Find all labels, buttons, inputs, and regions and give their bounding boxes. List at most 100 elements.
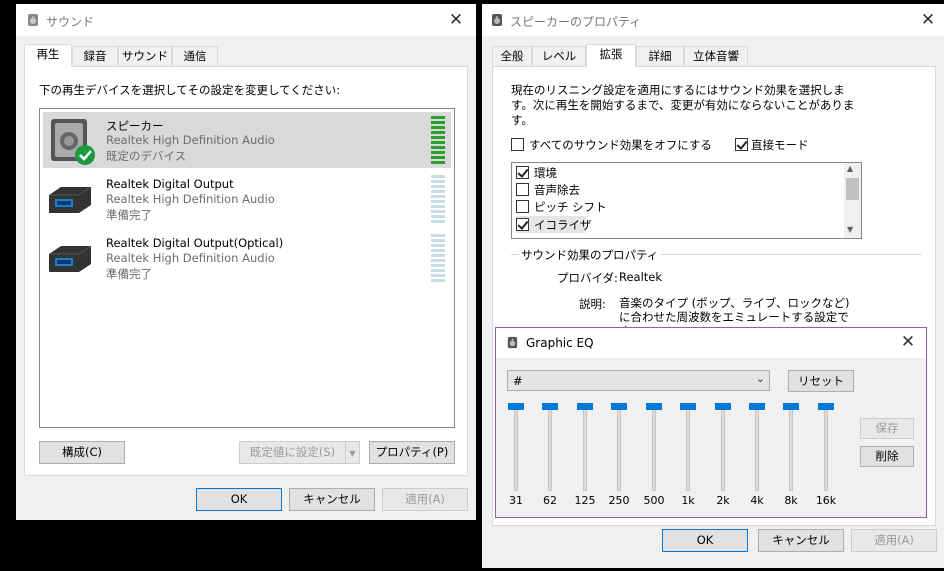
eq-slider-16k[interactable] [818, 403, 834, 499]
effect-item[interactable]: イコライザ [516, 216, 592, 233]
sound-dialog: サウンド ✕ 再生 録音 サウンド 通信 下の再生デバイスを選択してその設定を変… [16, 4, 476, 520]
effects-list[interactable]: 環境 音声除去 ピッチ シフト イコライザ ▲ ▼ [511, 162, 862, 239]
slider-thumb[interactable] [577, 403, 593, 410]
tab-recording[interactable]: 録音 [72, 46, 118, 65]
eq-slider-62[interactable] [542, 403, 558, 499]
tab-sounds[interactable]: サウンド [118, 46, 172, 65]
level-segment [431, 220, 445, 223]
digital-output-optical-device-icon [49, 245, 92, 272]
disable-all-effects-label[interactable]: すべてのサウンド効果をオフにする [529, 137, 712, 153]
eq-slider-4k[interactable] [749, 403, 765, 499]
device-item-digital-output[interactable]: Realtek Digital Output Realtek High Defi… [43, 171, 451, 227]
tab-communications[interactable]: 通信 [172, 46, 218, 65]
level-segment [431, 239, 445, 242]
level-segment [431, 205, 445, 208]
tab-advanced[interactable]: 詳細 [636, 46, 684, 65]
apply-button[interactable]: 適用(A) [851, 529, 937, 552]
provider-label: プロバイダ: [557, 271, 618, 285]
level-segment [431, 249, 445, 252]
effect-label: イコライザ [534, 218, 592, 232]
eq-delete-button[interactable]: 削除 [860, 446, 914, 467]
eq-slider-125[interactable] [577, 403, 593, 499]
eq-slider-31[interactable] [508, 403, 524, 499]
level-segment [431, 151, 445, 154]
speaker-properties-titlebar[interactable]: スピーカーのプロパティ ✕ [482, 4, 944, 36]
sound-dialog-titlebar[interactable]: サウンド ✕ [16, 4, 476, 36]
immediate-mode-checkbox[interactable] [735, 138, 748, 151]
device-item-digital-output-optical[interactable]: Realtek Digital Output(Optical) Realtek … [43, 230, 451, 286]
eq-slider-500[interactable] [646, 403, 662, 499]
device-status: 既定のデバイス [106, 149, 187, 163]
cancel-button[interactable]: キャンセル [289, 488, 375, 511]
level-segment [431, 146, 445, 149]
immediate-mode-label[interactable]: 直接モード [751, 137, 809, 153]
tab-enhancements[interactable]: 拡張 [586, 44, 636, 67]
slider-thumb[interactable] [818, 403, 834, 410]
level-segment [431, 116, 445, 119]
level-segment [431, 156, 445, 159]
level-segment [431, 210, 445, 213]
set-default-dropdown-button[interactable]: ▼ [345, 441, 360, 464]
scroll-up-icon[interactable]: ▲ [847, 164, 853, 173]
sound-dialog-close-icon[interactable]: ✕ [442, 8, 470, 32]
level-segment [431, 161, 445, 164]
tab-spatial-sound[interactable]: 立体音響 [684, 46, 748, 65]
cancel-button[interactable]: キャンセル [758, 529, 844, 552]
eq-slider-1k[interactable] [680, 403, 696, 499]
effect-checkbox[interactable] [516, 183, 529, 196]
ok-button[interactable]: OK [196, 488, 282, 511]
level-meter [431, 116, 445, 166]
eq-slider-8k[interactable] [783, 403, 799, 499]
effect-checkbox[interactable] [516, 218, 529, 231]
device-list[interactable]: スピーカー Realtek High Definition Audio 既定のデ… [39, 108, 455, 428]
eq-band-label: 125 [574, 494, 596, 507]
device-item-speaker[interactable]: スピーカー Realtek High Definition Audio 既定のデ… [43, 112, 451, 168]
speaker-device-icon [51, 119, 95, 165]
slider-thumb[interactable] [783, 403, 799, 410]
scroll-down-icon[interactable]: ▼ [847, 225, 853, 234]
sound-tabs: 再生 録音 サウンド 通信 [24, 44, 464, 67]
level-segment [431, 175, 445, 178]
level-segment [431, 274, 445, 277]
effect-checkbox[interactable] [516, 200, 529, 213]
effects-scrollbar[interactable]: ▲ ▼ [844, 163, 861, 238]
eq-slider-250[interactable] [611, 403, 627, 499]
effect-label: ピッチ シフト [534, 200, 607, 214]
slider-thumb[interactable] [611, 403, 627, 410]
speaker-properties-close-icon[interactable]: ✕ [914, 8, 942, 32]
eq-slider-2k[interactable] [715, 403, 731, 499]
set-default-button[interactable]: 既定値に設定(S) [239, 441, 346, 464]
slider-thumb[interactable] [749, 403, 765, 410]
level-meter [431, 175, 445, 225]
tab-playback[interactable]: 再生 [24, 44, 72, 67]
slider-thumb[interactable] [542, 403, 558, 410]
digital-output-device-icon [49, 186, 92, 213]
apply-button[interactable]: 適用(A) [382, 488, 468, 511]
eq-band-labels: 31 62 125 250 500 1k 2k 4k 8k 16k [496, 494, 926, 510]
eq-band-label: 31 [509, 494, 523, 507]
eq-band-label: 500 [643, 494, 665, 507]
properties-button[interactable]: プロパティ(P) [369, 441, 455, 464]
slider-track [583, 409, 587, 491]
scrollbar-thumb[interactable] [846, 178, 859, 200]
playback-instruction: 下の再生デバイスを選択してその設定を変更してください: [39, 83, 341, 97]
level-meter [431, 234, 445, 284]
slider-thumb[interactable] [646, 403, 662, 410]
eq-save-button[interactable]: 保存 [860, 418, 914, 439]
device-name: Realtek Digital Output(Optical) [106, 236, 284, 250]
slider-thumb[interactable] [680, 403, 696, 410]
level-segment [431, 259, 445, 262]
configure-button[interactable]: 構成(C) [39, 441, 125, 464]
effect-checkbox[interactable] [516, 166, 529, 179]
level-segment [431, 269, 445, 272]
ok-button[interactable]: OK [662, 529, 748, 552]
level-segment [431, 131, 445, 134]
effect-properties-legend: サウンド効果のプロパティ [519, 247, 661, 263]
chevron-down-icon: ▼ [349, 449, 356, 458]
tab-levels[interactable]: レベル [532, 46, 586, 65]
slider-thumb[interactable] [715, 403, 731, 410]
slider-thumb[interactable] [508, 403, 524, 410]
speaker-tabs: 全般 レベル 拡張 詳細 立体音響 [492, 44, 932, 67]
disable-all-effects-checkbox[interactable] [511, 138, 524, 151]
tab-general[interactable]: 全般 [492, 46, 532, 65]
